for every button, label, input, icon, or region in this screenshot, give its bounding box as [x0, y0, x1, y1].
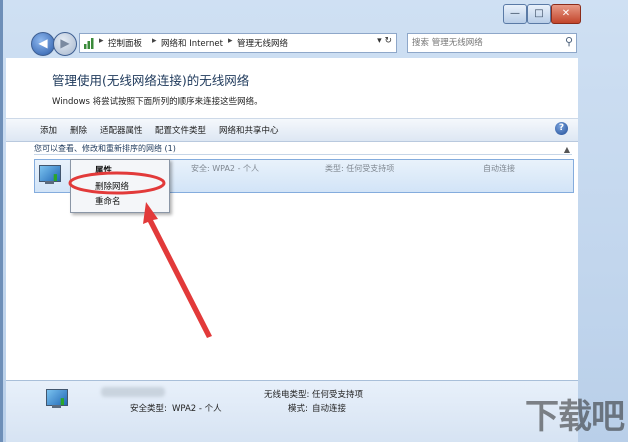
control-panel-icon	[84, 38, 94, 49]
network-security: 安全: WPA2 - 个人	[191, 164, 259, 173]
search-icon[interactable]: ⚲	[565, 35, 573, 48]
security-type-value: WPA2 - 个人	[172, 404, 222, 414]
details-pane: ▮ 安全类型: WPA2 - 个人 无线电类型: 任何受支持项 模式: 自动连接	[6, 380, 578, 442]
network-name-redacted	[101, 387, 165, 397]
radio-type-value: 任何受支持项	[312, 390, 364, 400]
main-content: 管理使用(无线网络连接)的无线网络 Windows 将尝试按照下面所列的顺序来连…	[6, 58, 578, 442]
network-group-header: 您可以查看、修改和重新排序的网络 (1)	[34, 144, 176, 153]
menu-item-rename[interactable]: 重命名	[95, 195, 121, 207]
breadcrumb-separator-icon: ▸	[228, 36, 233, 46]
address-bar[interactable]: ▸ 控制面板 ▸ 网络和 Internet ▸ 管理无线网络 ▾ ↻	[79, 33, 397, 53]
close-button[interactable]: ✕	[551, 4, 581, 24]
network-mode: 自动连接	[483, 164, 515, 173]
refresh-icon[interactable]: ▾ ↻	[377, 36, 392, 46]
search-box[interactable]: ⚲	[407, 33, 577, 53]
network-type: 类型: 任何受支持项	[325, 164, 395, 173]
collapse-chevron-icon[interactable]: ▲	[564, 145, 570, 154]
forward-button[interactable]: ▶	[53, 32, 77, 56]
maximize-button[interactable]: □	[527, 4, 551, 24]
search-input[interactable]	[412, 36, 552, 50]
breadcrumb-separator-icon: ▸	[152, 36, 157, 46]
add-button[interactable]: 添加	[40, 124, 57, 136]
mode-value: 自动连接	[312, 404, 347, 414]
radio-type-label: 无线电类型:	[264, 390, 310, 400]
breadcrumb-item-control-panel[interactable]: 控制面板	[108, 37, 142, 49]
back-button[interactable]: ◀	[31, 32, 55, 56]
page-description: Windows 将尝试按照下面所列的顺序来连接这些网络。	[52, 97, 263, 107]
menu-item-properties[interactable]: 属性	[95, 164, 112, 176]
context-menu: 属性 删除网络 重命名	[70, 159, 170, 213]
security-type-label: 安全类型:	[130, 404, 167, 414]
watermark-logo: 下载吧	[525, 397, 625, 437]
wireless-network-icon: ▮	[39, 165, 65, 187]
remove-button[interactable]: 删除	[70, 124, 87, 136]
wireless-network-icon: ▮	[46, 389, 72, 411]
breadcrumb-item-network-internet[interactable]: 网络和 Internet	[161, 37, 223, 49]
mode-label: 模式:	[288, 404, 308, 414]
breadcrumb-item-manage-wireless[interactable]: 管理无线网络	[237, 37, 288, 49]
adapter-properties-button[interactable]: 适配器属性	[100, 124, 143, 136]
network-sharing-center-button[interactable]: 网络和共享中心	[219, 124, 279, 136]
menu-item-delete-network[interactable]: 删除网络	[95, 180, 129, 192]
breadcrumb-separator-icon: ▸	[99, 36, 104, 46]
page-title: 管理使用(无线网络连接)的无线网络	[52, 73, 250, 88]
navigation-bar: ◀ ▶ ▸ 控制面板 ▸ 网络和 Internet ▸ 管理无线网络 ▾ ↻ ⚲	[3, 28, 628, 58]
help-icon[interactable]: ?	[555, 122, 568, 135]
command-toolbar: 添加 删除 适配器属性 配置文件类型 网络和共享中心 ?	[6, 118, 578, 142]
minimize-button[interactable]: —	[503, 4, 527, 24]
profile-types-button[interactable]: 配置文件类型	[155, 124, 206, 136]
group-divider	[34, 154, 572, 155]
title-bar: — □ ✕	[3, 0, 628, 28]
page-header: 管理使用(无线网络连接)的无线网络 Windows 将尝试按照下面所列的顺序来连…	[6, 58, 578, 116]
explorer-window: — □ ✕ ◀ ▶ ▸ 控制面板 ▸ 网络和 Internet ▸ 管理无线网络…	[0, 0, 628, 442]
